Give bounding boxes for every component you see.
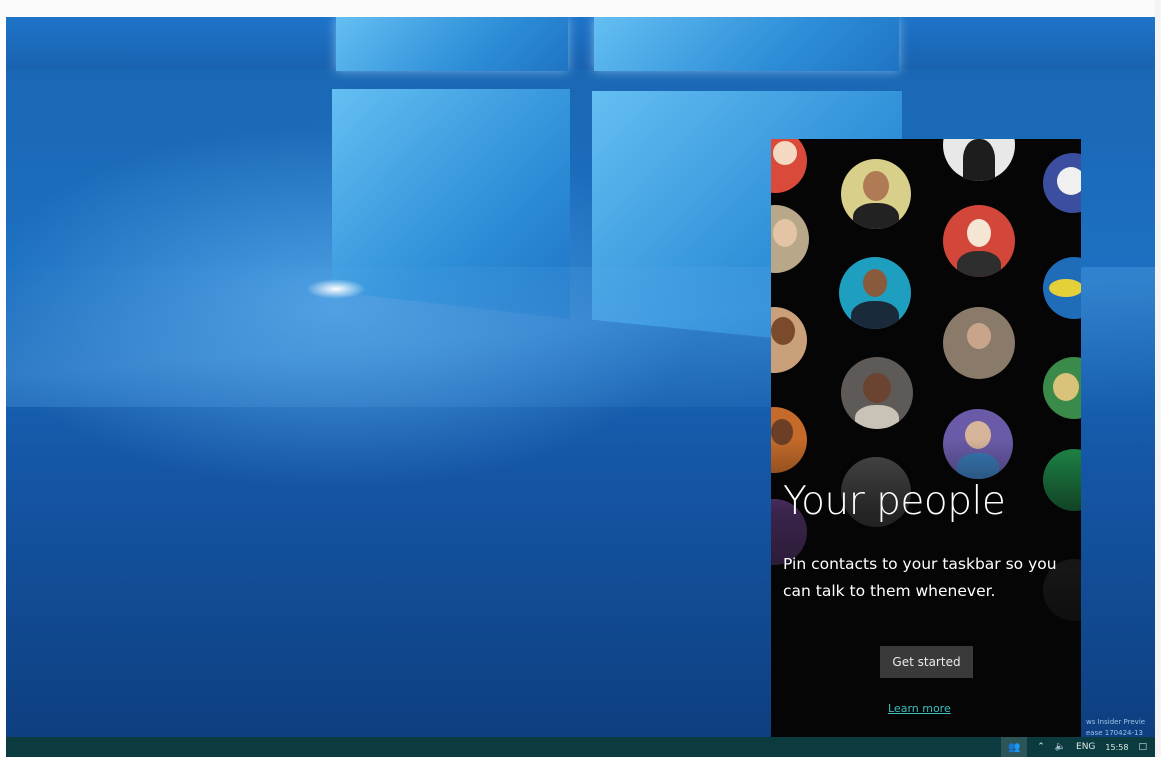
people-button[interactable]: 👥 xyxy=(1001,737,1028,757)
chevron-up-icon[interactable]: ⌃ xyxy=(1037,742,1045,752)
contact-avatar xyxy=(1043,257,1081,319)
system-tray: 👥 ⌃ 🔈 ENG 15:58 □ xyxy=(1001,737,1155,757)
contact-avatar xyxy=(943,139,1015,181)
get-started-button[interactable]: Get started xyxy=(880,646,973,678)
contact-avatar xyxy=(771,307,807,373)
contact-avatar xyxy=(839,257,911,329)
contact-avatar xyxy=(1043,357,1081,419)
people-flyout: Your people Pin contacts to your taskbar… xyxy=(771,139,1081,737)
watermark-line1: ws Insider Previe xyxy=(1086,718,1146,726)
contact-avatar xyxy=(1043,153,1081,213)
contact-avatar xyxy=(943,205,1015,277)
window-pane-top-left xyxy=(336,17,568,71)
build-watermark: ws Insider Previe ease 170424-13 xyxy=(1086,717,1145,737)
taskbar: 👥 ⌃ 🔈 ENG 15:58 □ xyxy=(6,737,1155,757)
contact-avatar xyxy=(841,159,911,229)
window-right-strip xyxy=(1155,0,1161,757)
light-glow xyxy=(306,279,366,299)
language-indicator[interactable]: ENG xyxy=(1076,742,1095,752)
volume-icon[interactable]: 🔈 xyxy=(1055,742,1066,752)
people-icon: 👥 xyxy=(1008,741,1021,753)
contact-avatar xyxy=(771,205,809,273)
contact-avatar xyxy=(943,307,1015,379)
window-pane-top-right xyxy=(594,17,899,71)
learn-more-link[interactable]: Learn more xyxy=(888,702,951,715)
contact-avatar xyxy=(771,139,807,193)
notification-icon[interactable]: □ xyxy=(1138,742,1147,752)
flyout-title: Your people xyxy=(783,479,1006,524)
flyout-description: Pin contacts to your taskbar so you can … xyxy=(783,555,1057,600)
window-top-strip xyxy=(0,0,1161,17)
wallpaper-top-band xyxy=(6,17,1155,69)
clock[interactable]: 15:58 xyxy=(1105,743,1128,752)
contact-avatar xyxy=(841,357,913,429)
watermark-line2: ease 170424-13 xyxy=(1086,729,1143,737)
